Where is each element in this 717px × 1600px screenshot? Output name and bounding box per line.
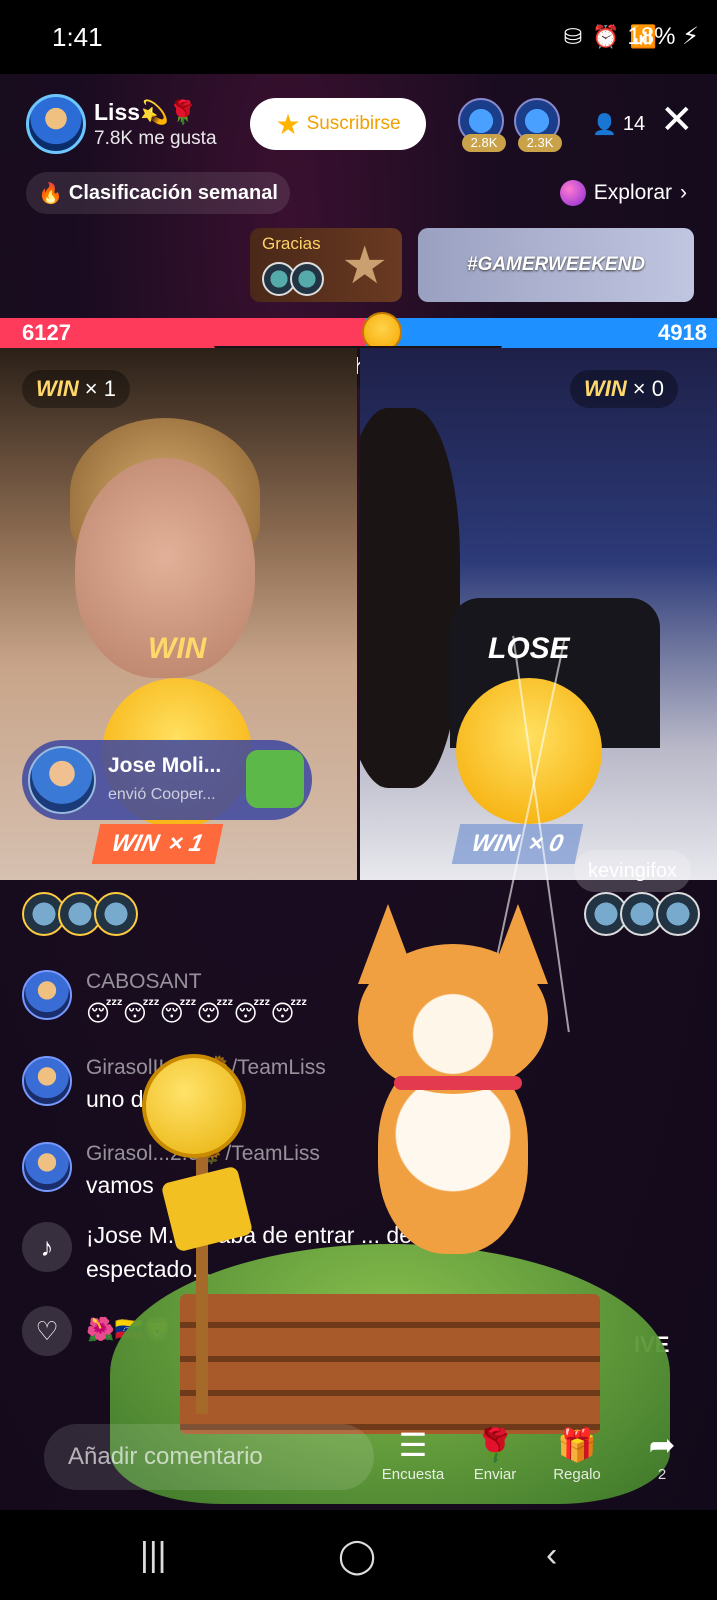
corgi-gift-animation (338, 904, 568, 1264)
flame-icon: 🔥 (38, 182, 63, 205)
gamer-weekend-banner[interactable]: #GAMERWEEKEND (418, 228, 694, 302)
recent-apps-icon[interactable]: ||| (140, 1536, 167, 1575)
gifter-avatar[interactable] (94, 892, 138, 936)
left-top-gifters[interactable] (22, 892, 138, 936)
host-profile[interactable]: Liss💫🌹 7.8K me gusta (26, 94, 217, 154)
explore-button[interactable]: Explorar › (550, 172, 697, 214)
alarm-icon: ⏰ (592, 24, 620, 49)
gift-notification[interactable]: Jose Moli... envió Cooper... (22, 740, 312, 820)
streamer-video (360, 408, 460, 788)
opponent-name[interactable]: kevingifox (574, 850, 691, 892)
back-icon[interactable]: ‹ (546, 1536, 557, 1575)
thanks-avatar (290, 262, 324, 296)
top-viewer-avatar[interactable]: 2.3K (514, 98, 562, 152)
left-result: WIN (148, 632, 207, 665)
battle-score-bar: 6127 4918 (0, 318, 717, 348)
chat-avatar[interactable] (22, 1142, 72, 1192)
tiktok-icon: ♪ (22, 1222, 72, 1272)
share-icon: ➦ (648, 1427, 676, 1463)
right-video-panel[interactable]: WIN × 0 LOSE (360, 348, 717, 880)
status-time: 1:41 (52, 22, 103, 52)
like-message: ♡ 🌺🇻🇪🦁 (22, 1306, 172, 1356)
viewer-count[interactable]: 👤 14 (584, 108, 653, 140)
chat-avatar[interactable] (22, 970, 72, 1020)
left-win-pill: WIN × 1 (91, 824, 223, 864)
join-message: ♪ ¡Jose M... acaba de entrar ... de espe… (22, 1222, 412, 1282)
collar (394, 1076, 522, 1090)
heart-icon[interactable]: ♡ (22, 1306, 72, 1356)
chat-avatar[interactable] (22, 1056, 72, 1106)
comment-input[interactable]: Añadir comentario (44, 1424, 374, 1490)
left-score: 6127 (0, 318, 366, 348)
top-viewer-avatar[interactable]: 2.8K (458, 98, 506, 152)
poll-button[interactable]: ☰ Encuesta (373, 1426, 453, 1483)
host-name: Liss💫🌹 (94, 98, 198, 125)
right-top-gifters[interactable] (584, 892, 700, 936)
rose-icon: 🌹 (475, 1427, 515, 1463)
star-icon: ★ (341, 237, 388, 295)
thanks-card[interactable]: Gracias ★ (250, 228, 402, 302)
notification-icon: ⛁ (563, 24, 583, 49)
gifter-avatar[interactable] (656, 892, 700, 936)
host-avatar[interactable] (26, 94, 86, 154)
right-score: 4918 (366, 318, 717, 348)
left-win-counter: WIN × 1 (22, 370, 130, 408)
weekly-ranking-button[interactable]: 🔥 Clasificación semanal (26, 172, 290, 214)
home-icon[interactable]: ◯ (338, 1536, 376, 1576)
chevron-right-icon: › (680, 181, 687, 204)
gift-icon: 🎁 (557, 1427, 597, 1463)
subscribe-button[interactable]: ★ Suscribirse (250, 98, 426, 150)
battery-level: 18% ⚡ (627, 23, 699, 50)
gifter-avatar (28, 746, 96, 814)
right-result: LOSE (488, 632, 570, 665)
corgi-gift-icon (246, 750, 304, 808)
send-rose-button[interactable]: 🌹 Enviar (455, 1426, 535, 1483)
status-bar: 1:41 ⛁ ⏰ 📶 18% ⚡ (0, 0, 717, 74)
house-coin-icon (142, 1054, 246, 1158)
star-icon: ★ (275, 108, 301, 140)
person-icon: 👤 (592, 113, 617, 136)
live-stream-screen: Liss💫🌹 7.8K me gusta ★ Suscribirse 2.8K … (0, 74, 717, 1510)
android-nav-bar: ||| ◯ ‹ (0, 1510, 717, 1600)
gift-animation-fence (180, 1294, 600, 1434)
poll-icon: ☰ (398, 1427, 428, 1463)
explore-icon (559, 180, 586, 206)
right-win-counter: WIN × 0 (570, 370, 678, 408)
share-button[interactable]: ➦ 2 (622, 1426, 702, 1483)
host-likes: 7.8K me gusta (94, 127, 217, 149)
close-icon[interactable]: ✕ (660, 100, 694, 140)
gift-button[interactable]: 🎁 Regalo (537, 1426, 617, 1483)
